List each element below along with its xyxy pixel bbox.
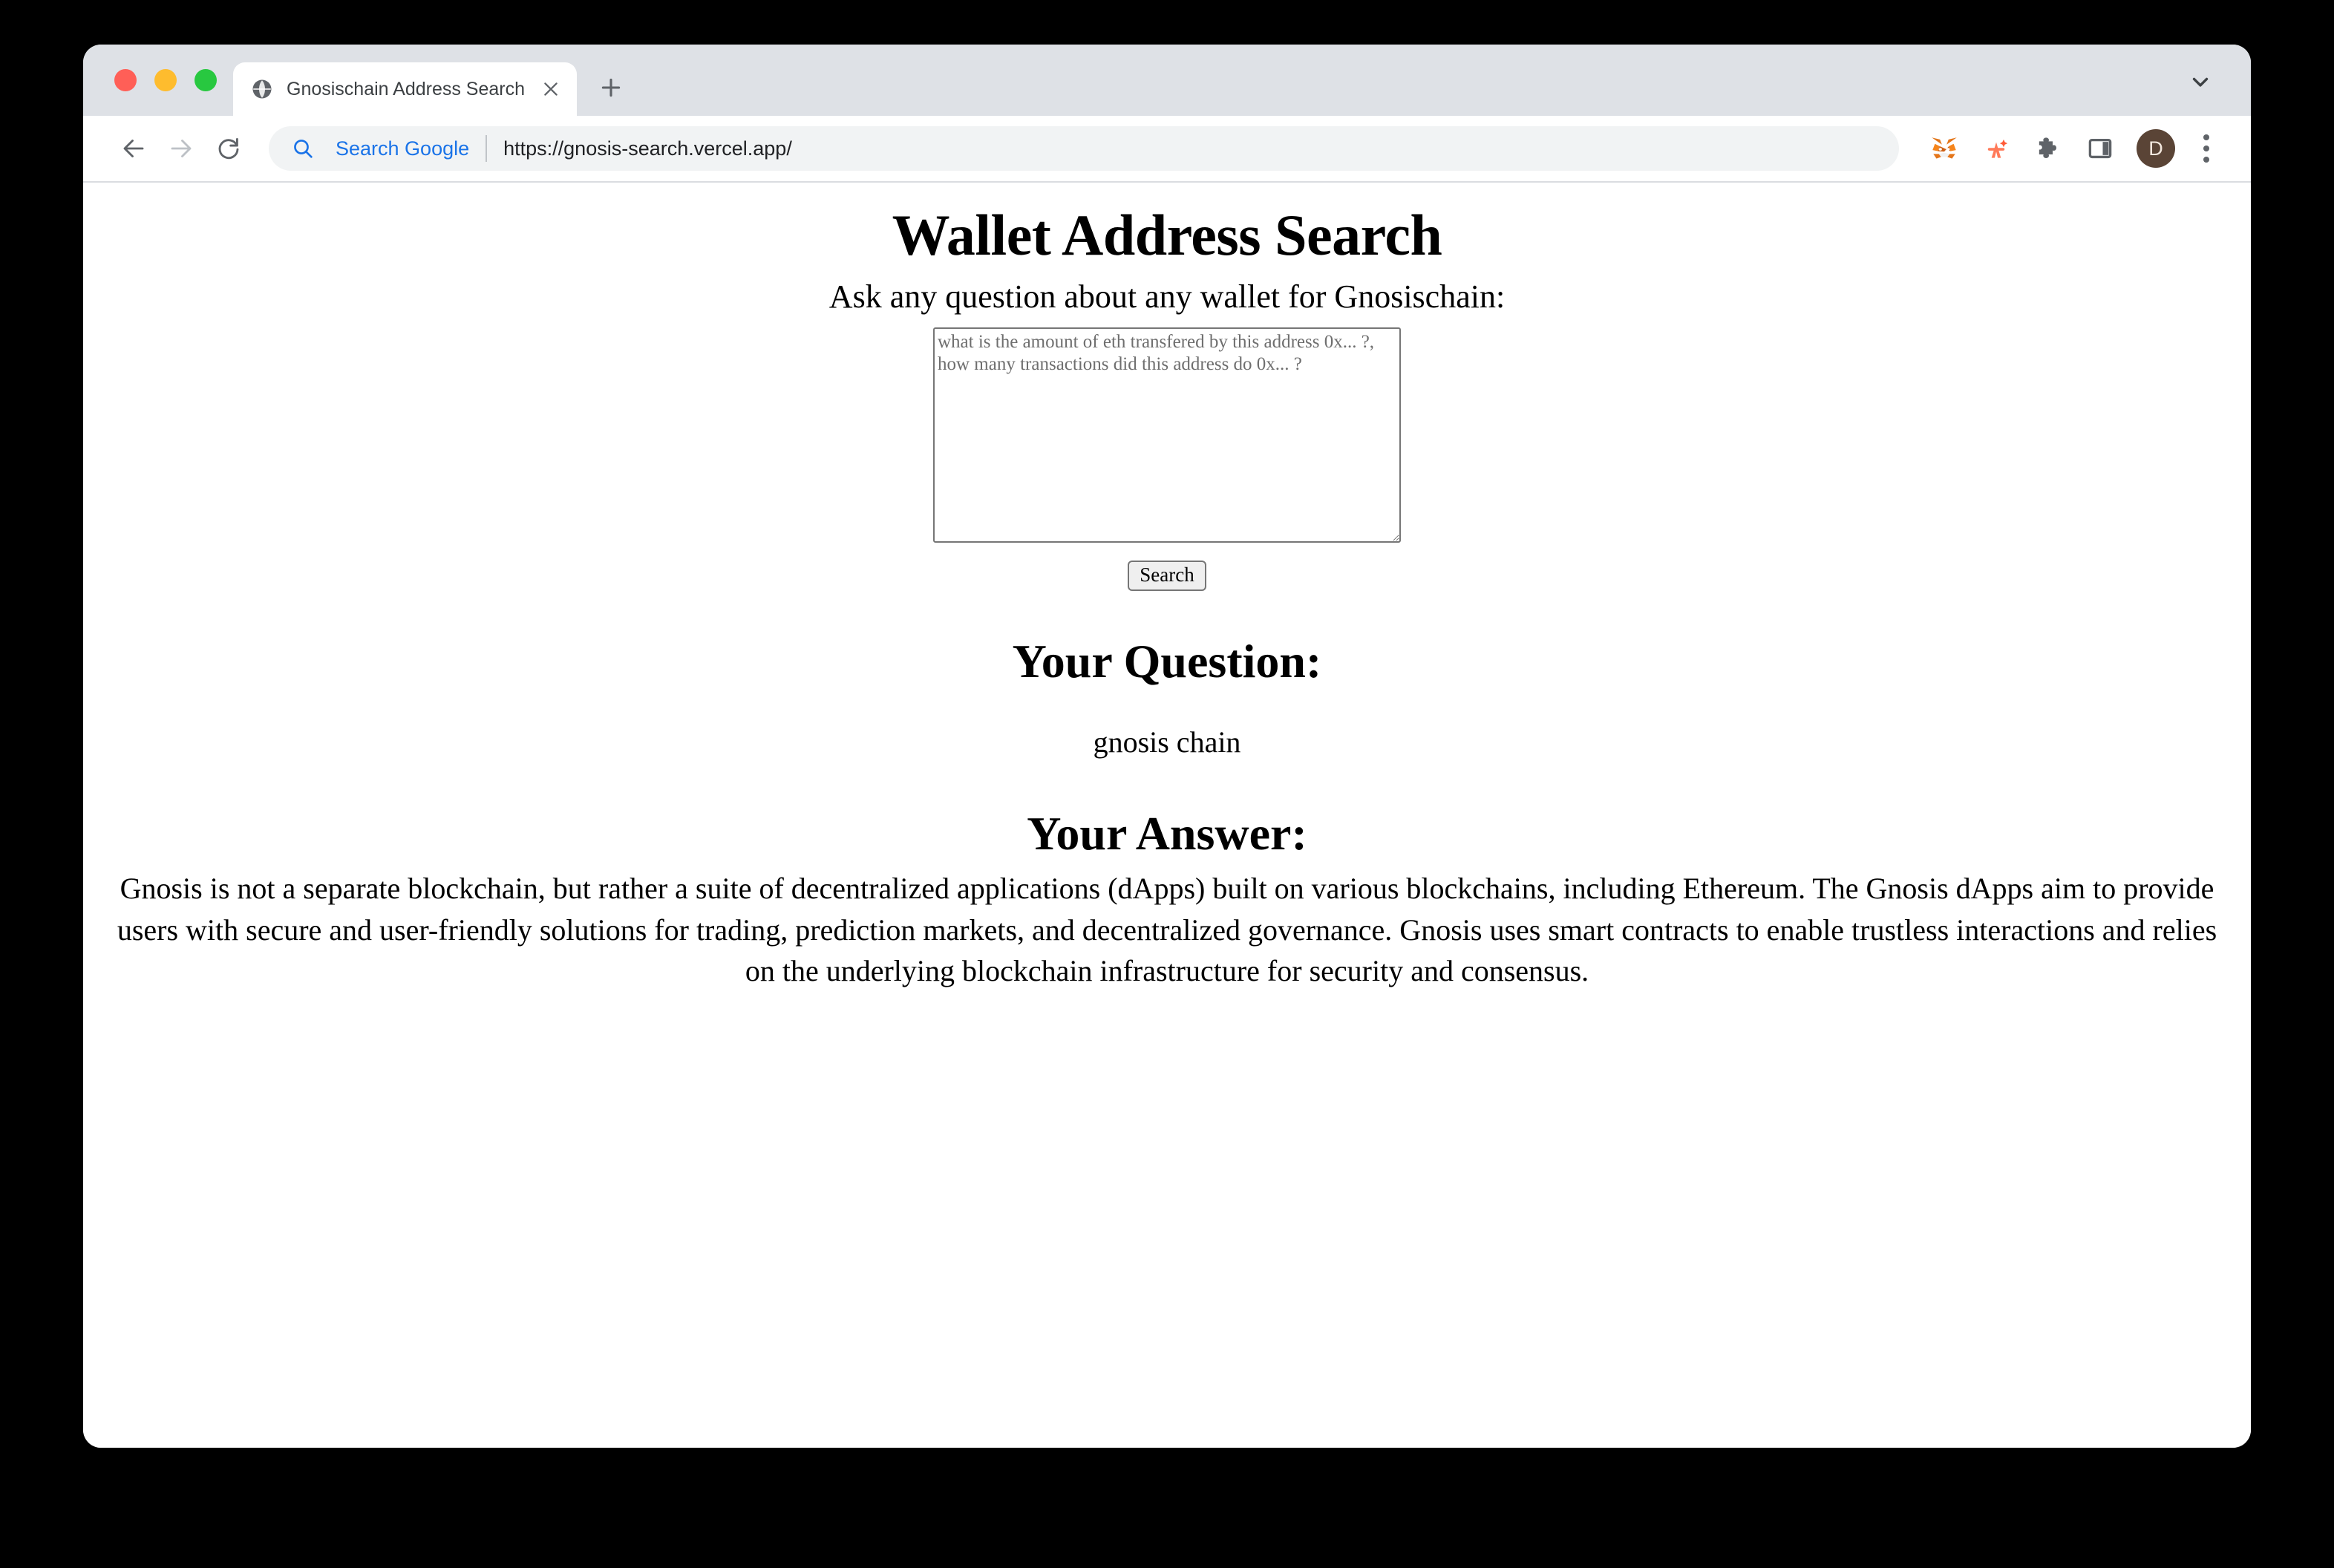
browser-tab[interactable]: Gnosischain Address Search	[233, 62, 578, 116]
close-icon[interactable]	[538, 76, 563, 102]
toolbar-icons: D	[1915, 125, 2226, 172]
maximize-window-button[interactable]	[194, 69, 217, 91]
forward-arrow-icon[interactable]	[157, 125, 205, 172]
globe-icon	[251, 78, 273, 100]
answer-heading: Your Answer:	[1027, 806, 1307, 860]
avatar[interactable]: D	[2137, 129, 2175, 168]
back-arrow-icon[interactable]	[110, 125, 157, 172]
search-icon	[290, 135, 316, 162]
search-button[interactable]: Search	[1128, 560, 1206, 592]
new-tab-button[interactable]	[590, 67, 632, 108]
reload-icon[interactable]	[205, 125, 252, 172]
tab-strip: Gnosischain Address Search	[83, 45, 2251, 116]
side-panel-icon[interactable]	[2077, 125, 2123, 172]
query-form: Search	[83, 327, 2251, 592]
metamask-icon[interactable]	[1921, 125, 1967, 172]
browser-window: Gnosischain Address Search Search Google…	[83, 45, 2251, 1448]
question-text: gnosis chain	[1093, 725, 1241, 759]
three-dot-menu-icon[interactable]	[2187, 125, 2226, 172]
omnibox-divider	[486, 135, 488, 162]
chevron-down-icon[interactable]	[2180, 61, 2221, 102]
page-content: Wallet Address Search Ask any question a…	[83, 183, 2251, 1448]
traffic-lights	[83, 45, 233, 116]
address-bar[interactable]: Search Google https://gnosis-search.verc…	[269, 126, 1899, 171]
browser-toolbar: Search Google https://gnosis-search.verc…	[83, 116, 2251, 183]
tab-title: Gnosischain Address Search	[287, 78, 526, 99]
close-window-button[interactable]	[114, 69, 137, 91]
url-text: https://gnosis-search.vercel.app/	[503, 137, 792, 160]
page-title: Wallet Address Search	[892, 203, 1442, 267]
puzzle-icon[interactable]	[2025, 125, 2071, 172]
question-heading: Your Question:	[1012, 635, 1322, 688]
search-google-label: Search Google	[336, 137, 470, 160]
answer-text: Gnosis is not a separate blockchain, but…	[117, 872, 2217, 987]
minimize-window-button[interactable]	[154, 69, 177, 91]
rabby-icon[interactable]	[1973, 125, 2019, 172]
page-subtitle: Ask any question about any wallet for Gn…	[828, 278, 1506, 315]
question-input[interactable]	[933, 327, 1401, 543]
